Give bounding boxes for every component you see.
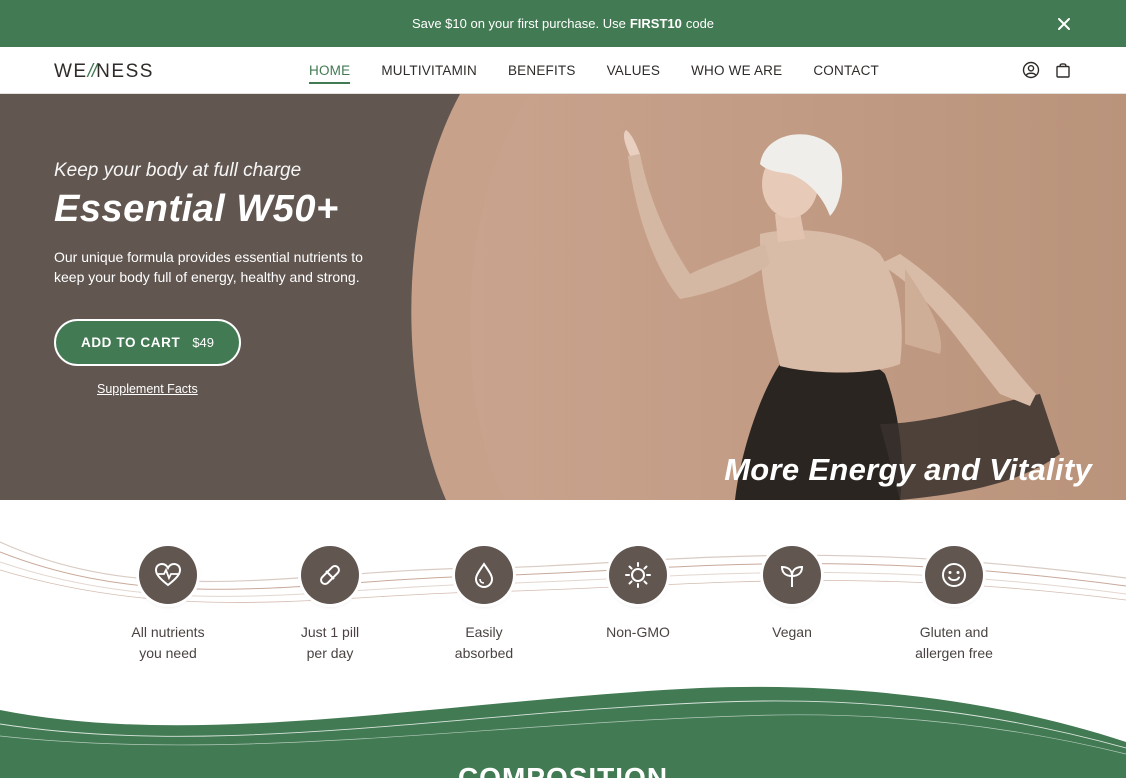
- features-section: All nutrients you need Just 1 pill per day…: [0, 500, 1126, 690]
- logo-part: WE: [54, 61, 88, 82]
- sun-icon: [609, 546, 667, 604]
- pill-icon: [301, 546, 359, 604]
- logo[interactable]: WE//NESS: [54, 61, 154, 83]
- hero-slogan: More Energy and Vitality: [724, 452, 1092, 487]
- logo-slashes: //: [87, 61, 98, 82]
- feature-label: Non-GMO: [606, 624, 670, 640]
- feature-label: Vegan: [772, 624, 812, 640]
- heart-pulse-icon: [139, 546, 197, 604]
- nav-home[interactable]: HOME: [309, 63, 351, 84]
- hero-title: Essential W50+: [54, 188, 339, 230]
- nav-values[interactable]: VALUES: [607, 63, 660, 84]
- bag-icon[interactable]: [1054, 61, 1072, 79]
- promo-text: Save $10 on your first purchase. Use: [411, 16, 626, 31]
- feature-label: Gluten and: [919, 624, 989, 640]
- composition-section: COMPOSITION: [0, 680, 1126, 778]
- nav-benefits[interactable]: BENEFITS: [508, 63, 576, 84]
- hero-tagline: Keep your body at full charge: [54, 160, 302, 181]
- feature-item: All nutrients you need: [108, 546, 228, 664]
- header-icons: [1022, 61, 1072, 79]
- promo-text-end: code: [685, 16, 715, 31]
- feature-label: All nutrients: [131, 624, 205, 640]
- feature-item: Non-GMO: [578, 546, 698, 643]
- supplement-facts-link[interactable]: Supplement Facts: [97, 382, 198, 396]
- feature-label: you need: [139, 645, 197, 661]
- price-label: $49: [192, 335, 215, 350]
- add-to-cart-button[interactable]: ADD TO CART $49: [54, 319, 241, 366]
- feature-item: Vegan: [732, 546, 852, 643]
- user-icon[interactable]: [1022, 61, 1040, 79]
- logo-part: NESS: [96, 61, 154, 82]
- nav-contact[interactable]: CONTACT: [813, 63, 879, 84]
- feature-label: absorbed: [454, 645, 514, 661]
- promo-code: FIRST10: [629, 16, 682, 31]
- feature-label: Easily: [465, 624, 503, 640]
- close-icon[interactable]: [1054, 14, 1074, 34]
- main-nav: HOME MULTIVITAMIN BENEFITS VALUES WHO WE…: [309, 63, 910, 84]
- hero-copy: Keep your body at full charge Essential …: [54, 160, 384, 287]
- drop-icon: [455, 546, 513, 604]
- feature-label: allergen free: [915, 645, 993, 661]
- feature-label: Just 1 pill: [300, 624, 360, 640]
- feature-item: Gluten and allergen free: [894, 546, 1014, 664]
- promo-banner: Save $10 on your first purchase. Use FIR…: [0, 0, 1126, 47]
- nav-multivitamin[interactable]: MULTIVITAMIN: [381, 63, 477, 84]
- nav-who-we-are[interactable]: WHO WE ARE: [691, 63, 782, 84]
- feature-item: Just 1 pill per day: [270, 546, 390, 664]
- composition-title: COMPOSITION: [457, 762, 669, 778]
- sprout-icon: [763, 546, 821, 604]
- hero-section: Keep your body at full charge Essential …: [0, 94, 1126, 500]
- add-to-cart-label: ADD TO CART: [80, 335, 181, 350]
- feature-label: per day: [306, 645, 354, 661]
- smile-icon: [925, 546, 983, 604]
- hero-description: Our unique formula provides essential nu…: [54, 249, 363, 285]
- site-header: WE//NESS HOME MULTIVITAMIN BENEFITS VALU…: [0, 47, 1126, 94]
- feature-item: Easily absorbed: [424, 546, 544, 664]
- hero-image: [411, 94, 1126, 500]
